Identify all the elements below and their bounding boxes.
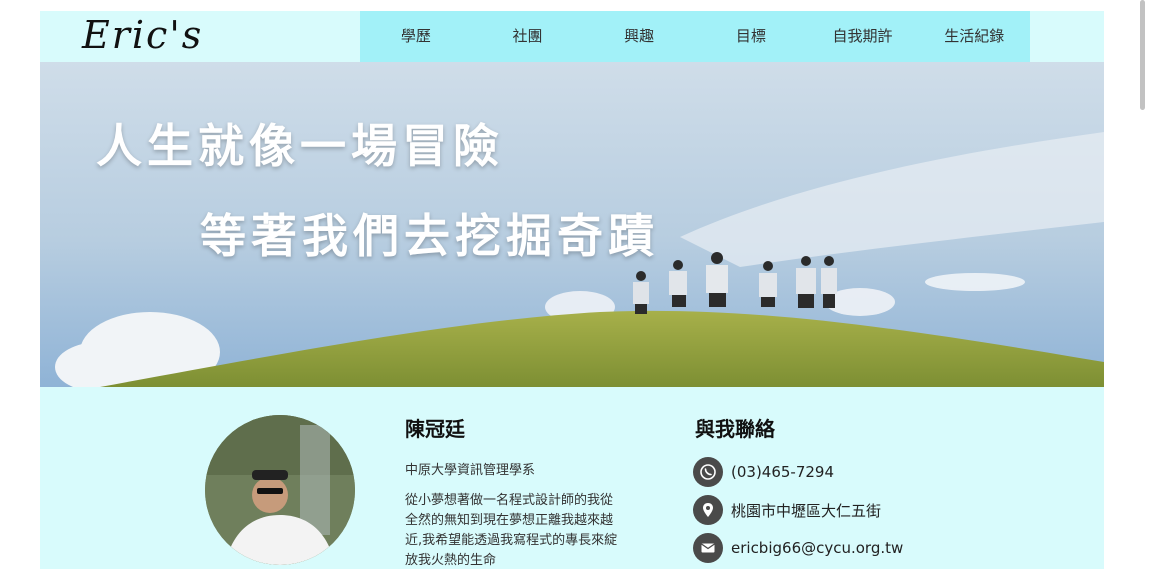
nav-item-goals[interactable]: 目標 xyxy=(695,11,807,62)
page: Eric's 學歷 社團 興趣 目標 自我期許 生活紀錄 人生就像一場冒險 等著… xyxy=(40,11,1104,569)
mail-icon xyxy=(693,533,723,563)
nav-item-clubs[interactable]: 社團 xyxy=(472,11,584,62)
profile-section: 陳冠廷 中原大學資訊管理學系 從小夢想著做一名程式設計師的我從全然的無知到現在夢… xyxy=(40,387,1104,569)
site-header: Eric's 學歷 社團 興趣 目標 自我期許 生活紀錄 xyxy=(40,11,1104,62)
contact-phone-text: (03)465-7294 xyxy=(731,463,835,481)
hero-banner: 人生就像一場冒險 等著我們去挖掘奇蹟 xyxy=(40,62,1104,387)
nav-item-education[interactable]: 學歷 xyxy=(360,11,472,62)
nav-item-expectations[interactable]: 自我期許 xyxy=(807,11,919,62)
profile-department: 中原大學資訊管理學系 xyxy=(405,463,536,478)
profile-bio: 從小夢想著做一名程式設計師的我從全然的無知到現在夢想正離我越來越近,我希望能透過… xyxy=(405,493,618,568)
hero-line-1: 人生就像一場冒險 xyxy=(96,119,504,173)
profile-name: 陳冠廷 xyxy=(405,417,465,441)
contact-address-text: 桃園市中壢區大仁五街 xyxy=(731,501,882,520)
hero-line-2: 等著我們去挖掘奇蹟 xyxy=(200,209,659,263)
location-pin-icon xyxy=(693,495,723,525)
whatsapp-icon xyxy=(693,457,723,487)
site-logo[interactable]: Eric's xyxy=(82,13,203,57)
scrollbar-thumb[interactable] xyxy=(1140,0,1145,110)
contact-title: 與我聯絡 xyxy=(695,417,775,441)
avatar xyxy=(205,415,355,565)
contact-email[interactable]: ericbig66@cycu.org.tw xyxy=(693,533,903,563)
page-scrollbar[interactable] xyxy=(1136,0,1150,569)
nav-item-life-records[interactable]: 生活紀錄 xyxy=(918,11,1030,62)
main-nav: 學歷 社團 興趣 目標 自我期許 生活紀錄 xyxy=(360,11,1030,62)
contact-email-text[interactable]: ericbig66@cycu.org.tw xyxy=(731,539,903,557)
contact-address[interactable]: 桃園市中壢區大仁五街 xyxy=(693,495,881,525)
contact-phone[interactable]: (03)465-7294 xyxy=(693,457,834,487)
nav-item-interests[interactable]: 興趣 xyxy=(583,11,695,62)
